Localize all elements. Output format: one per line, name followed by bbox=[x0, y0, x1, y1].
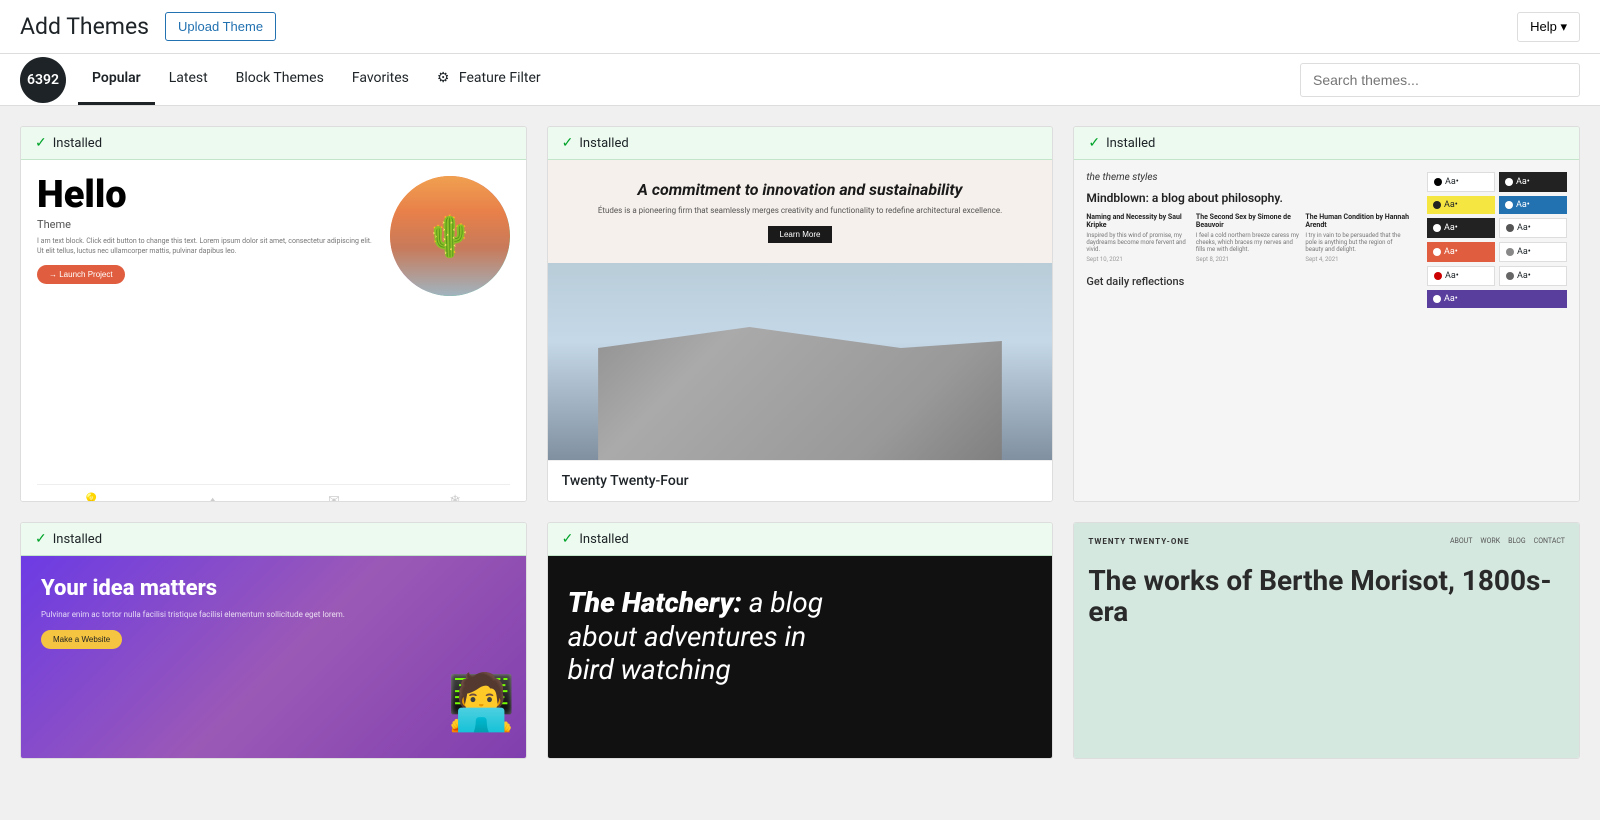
tab-favorites[interactable]: Favorites bbox=[338, 54, 423, 105]
ttf-top-section: A commitment to innovation and sustainab… bbox=[548, 160, 1053, 263]
hello-subtext: Theme bbox=[37, 218, 378, 231]
hatchery-text: The Hatchery: a blogabout adventures inb… bbox=[568, 586, 823, 687]
hello-circle-image: 🌵 bbox=[390, 176, 510, 296]
swatch-11: Aa• bbox=[1427, 290, 1567, 308]
ttf-building-shape bbox=[548, 320, 1053, 460]
themes-grid: ✓ Installed Hello Theme I am text block.… bbox=[0, 106, 1600, 779]
check-icon-ttt: ✓ bbox=[1088, 135, 1100, 151]
ttf-preview: A commitment to innovation and sustainab… bbox=[548, 160, 1053, 460]
installed-banner-ttt: ✓ Installed bbox=[1074, 127, 1579, 160]
astra-subtitle: Pulvinar enim ac tortor nulla facilisi t… bbox=[41, 609, 506, 620]
tt1-hero-text: The works of Berthe Morisot, 1800s-era bbox=[1088, 566, 1565, 628]
hello-icons-row: 💡 Lorem ipsum is simply dummy text ♦ The… bbox=[37, 484, 510, 502]
page-title: Add Themes bbox=[20, 13, 149, 40]
astra-title: Your idea matters bbox=[41, 576, 506, 601]
ttf-name-bar: Twenty Twenty-Four bbox=[548, 460, 1053, 501]
hello-icon-paper: ✉ Where does it come from? Contrary bbox=[279, 493, 388, 502]
tt1-site-name: TWENTY TWENTY-ONE bbox=[1088, 537, 1189, 546]
ttt-description: Mindblown: a blog about philosophy. bbox=[1086, 191, 1409, 205]
check-icon-ttf: ✓ bbox=[562, 135, 574, 151]
tt1-nav-links: ABOUT WORK BLOG CONTACT bbox=[1450, 537, 1565, 546]
swatch-1: Aa• bbox=[1427, 172, 1495, 192]
search-box bbox=[1300, 55, 1580, 105]
swatch-4: Aa• bbox=[1499, 196, 1567, 214]
ttf-theme-name: Twenty Twenty-Four bbox=[562, 473, 689, 489]
upload-theme-button[interactable]: Upload Theme bbox=[165, 12, 276, 41]
installed-label: Installed bbox=[53, 136, 102, 151]
swatch-9: Aa• bbox=[1427, 266, 1495, 286]
hello-body-text: I am text block. Click edit button to ch… bbox=[37, 237, 378, 257]
theme-card-twenty-twenty-four: ✓ Installed A commitment to innovation a… bbox=[547, 126, 1054, 502]
search-input[interactable] bbox=[1300, 63, 1580, 97]
hello-launch-btn[interactable]: → Launch Project bbox=[37, 265, 125, 284]
hatchery-preview: The Hatchery: a blogabout adventures inb… bbox=[548, 556, 1053, 759]
book-item-1: Naming and Necessity by Saul Kripke Insp… bbox=[1086, 213, 1190, 263]
tt1-nav-about: ABOUT bbox=[1450, 537, 1472, 546]
gear-icon: ⚙ bbox=[437, 70, 453, 86]
astra-preview: Your idea matters Pulvinar enim ac torto… bbox=[21, 556, 526, 759]
diamond-icon: ♦ bbox=[158, 493, 267, 502]
ttt-preview: the theme styles Mindblown: a blog about… bbox=[1074, 160, 1579, 502]
tab-block-themes[interactable]: Block Themes bbox=[222, 54, 338, 105]
theme-card-hatchery: ✓ Installed The Hatchery: a blogabout ad… bbox=[547, 522, 1054, 759]
hello-big-text: Hello bbox=[37, 176, 378, 214]
tt1-name-bar: Twenty Twenty-One bbox=[1074, 758, 1579, 759]
tt1-nav-blog: BLOG bbox=[1508, 537, 1526, 546]
bulb-icon: 💡 bbox=[37, 493, 146, 502]
installed-label-hatchery: Installed bbox=[579, 532, 628, 547]
swatch-7: Aa• bbox=[1427, 242, 1495, 262]
installed-banner-ttf: ✓ Installed bbox=[548, 127, 1053, 160]
installed-label-ttf: Installed bbox=[579, 136, 628, 151]
check-icon-hatchery: ✓ bbox=[562, 531, 574, 547]
plant-decoration: 🌵 bbox=[425, 213, 475, 260]
swatch-5: Aa• bbox=[1427, 218, 1495, 238]
installed-banner-hatchery: ✓ Installed bbox=[548, 523, 1053, 556]
swatch-6: Aa• bbox=[1499, 218, 1567, 238]
astra-illustration: 🧑‍💻 bbox=[396, 661, 516, 759]
hello-icon-bulb: 💡 Lorem ipsum is simply dummy text bbox=[37, 493, 146, 502]
theme-card-astra: ✓ Installed Your idea matters Pulvinar e… bbox=[20, 522, 527, 759]
hello-icon-snowflake: ❄ Here are many variations of bbox=[401, 493, 510, 502]
snowflake-icon: ❄ bbox=[401, 493, 510, 502]
installed-banner-astra: ✓ Installed bbox=[21, 523, 526, 556]
ttf-subtitle: Études is a pioneering firm that seamles… bbox=[568, 205, 1033, 216]
hello-icon-diamond: ♦ There are many variations of bbox=[158, 493, 267, 502]
tab-feature-filter[interactable]: ⚙ Feature Filter bbox=[423, 54, 555, 105]
ttt-color-swatches: Aa• Aa• Aa• Aa• bbox=[1427, 172, 1567, 308]
nav-tabs: Popular Latest Block Themes Favorites ⚙ … bbox=[78, 54, 1300, 105]
ttt-header: the theme styles bbox=[1086, 172, 1409, 183]
nav-bar: 6392 Popular Latest Block Themes Favorit… bbox=[0, 54, 1600, 106]
check-icon-astra: ✓ bbox=[35, 531, 47, 547]
book-item-2: The Second Sex by Simone de Beauvoir I f… bbox=[1196, 213, 1300, 263]
tt1-preview: TWENTY TWENTY-ONE ABOUT WORK BLOG CONTAC… bbox=[1074, 523, 1579, 758]
tt1-nav-contact: CONTACT bbox=[1534, 537, 1565, 546]
theme-card-twenty-twenty-three: ✓ Installed the theme styles Mindblown: … bbox=[1073, 126, 1580, 502]
tt1-nav: TWENTY TWENTY-ONE ABOUT WORK BLOG CONTAC… bbox=[1088, 537, 1565, 546]
tab-popular[interactable]: Popular bbox=[78, 54, 155, 105]
top-bar: Add Themes Upload Theme Help ▾ bbox=[0, 0, 1600, 54]
installed-banner-hello: ✓ Installed bbox=[21, 127, 526, 160]
theme-card-twenty-twenty-one: TWENTY TWENTY-ONE ABOUT WORK BLOG CONTAC… bbox=[1073, 522, 1580, 759]
tab-latest[interactable]: Latest bbox=[155, 54, 222, 105]
installed-label-ttt: Installed bbox=[1106, 136, 1155, 151]
installed-label-astra: Installed bbox=[53, 532, 102, 547]
theme-card-hello-elementor: ✓ Installed Hello Theme I am text block.… bbox=[20, 126, 527, 502]
paper-icon: ✉ bbox=[279, 493, 388, 502]
ttt-blog-preview: Get daily reflections bbox=[1086, 275, 1409, 288]
swatch-8: Aa• bbox=[1499, 242, 1567, 262]
astra-btn[interactable]: Make a Website bbox=[41, 630, 122, 649]
check-icon: ✓ bbox=[35, 135, 47, 151]
hello-preview: Hello Theme I am text block. Click edit … bbox=[21, 160, 526, 502]
help-button[interactable]: Help ▾ bbox=[1517, 12, 1580, 42]
book-item-3: The Human Condition by Hannah Arendt I t… bbox=[1305, 213, 1409, 263]
ttt-book-list: Naming and Necessity by Saul Kripke Insp… bbox=[1086, 213, 1409, 263]
tt1-nav-work: WORK bbox=[1480, 537, 1500, 546]
ttf-title: A commitment to innovation and sustainab… bbox=[568, 180, 1033, 199]
swatch-3: Aa• bbox=[1427, 196, 1495, 214]
swatch-10: Aa• bbox=[1499, 266, 1567, 286]
ttf-image bbox=[548, 263, 1053, 460]
theme-count-badge: 6392 bbox=[20, 57, 66, 103]
swatch-2: Aa• bbox=[1499, 172, 1567, 192]
ttf-learn-btn[interactable]: Learn More bbox=[768, 226, 833, 243]
